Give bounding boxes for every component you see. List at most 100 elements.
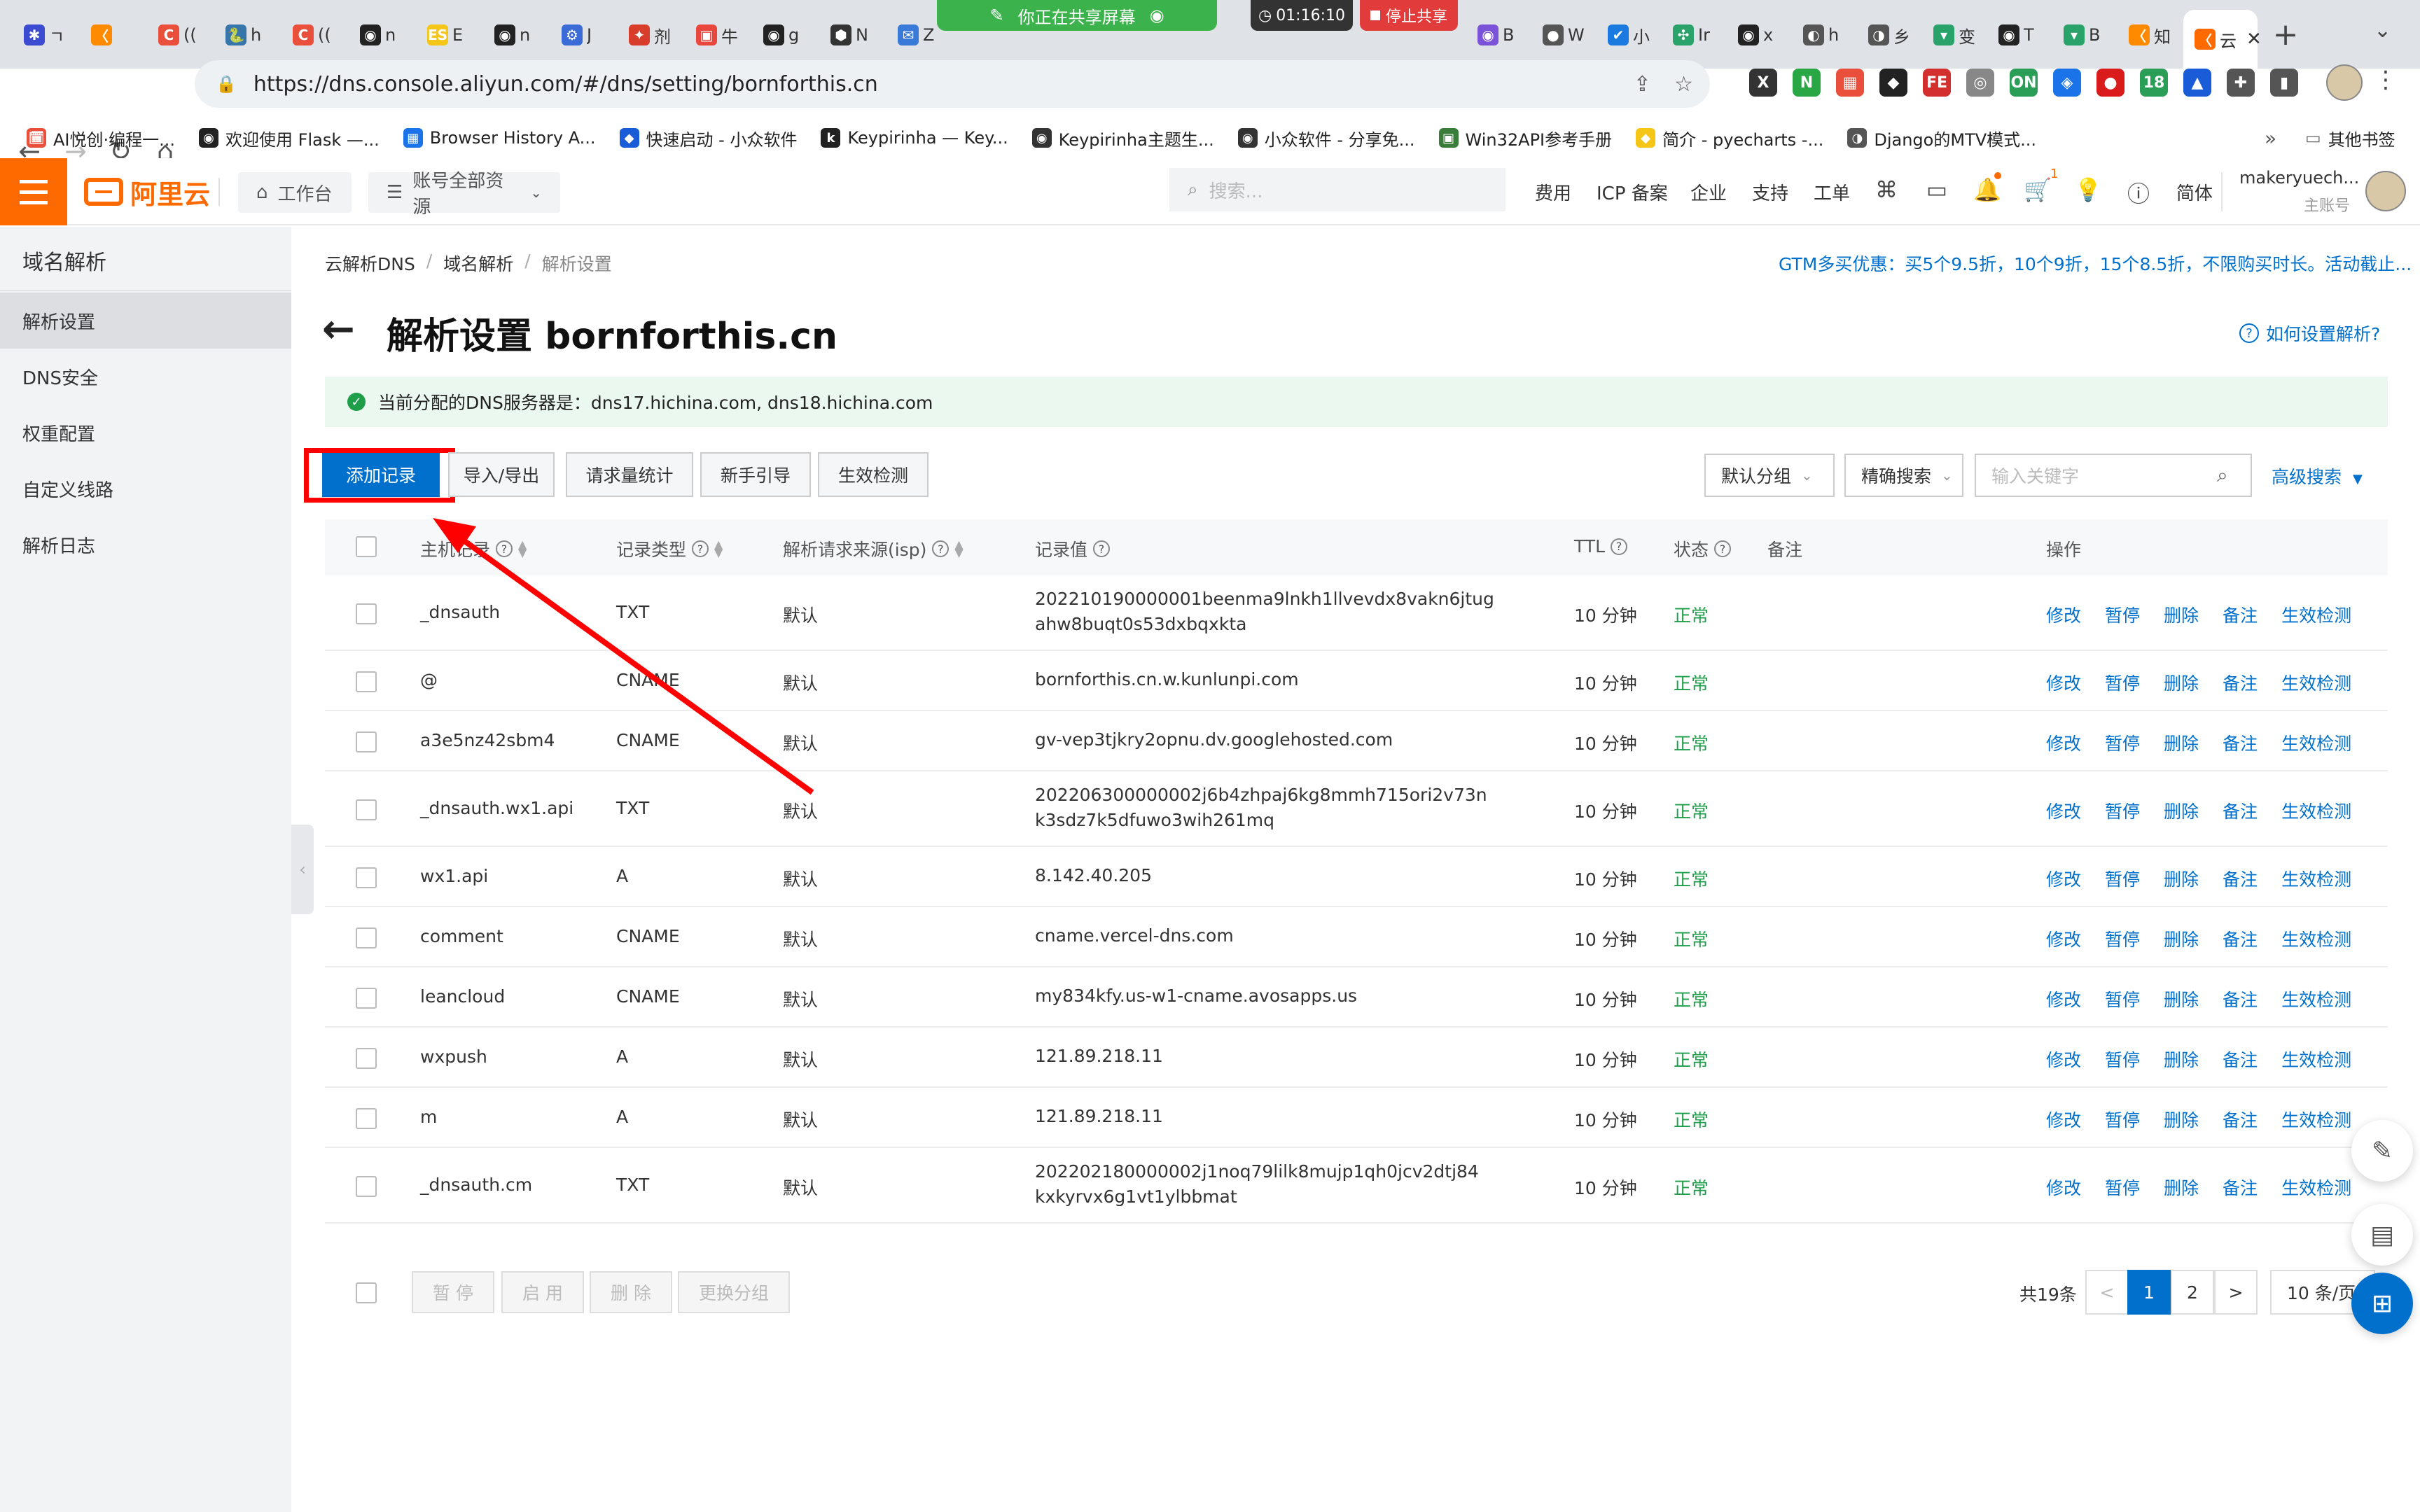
effect-check-link[interactable]: 生效检测	[2281, 730, 2351, 755]
pause-link[interactable]: 暂停	[2105, 986, 2140, 1011]
pause-link[interactable]: 暂停	[2105, 730, 2140, 755]
how-to-link[interactable]: ? 如何设置解析?	[2239, 321, 2380, 346]
effect-check-link[interactable]: 生效检测	[2281, 986, 2351, 1011]
bookmark-item[interactable]: ◑ Django的MTV模式...	[1847, 126, 2036, 150]
nav-tickets[interactable]: 工单	[1814, 179, 1850, 205]
row-checkbox[interactable]	[356, 927, 377, 948]
effect-check-link[interactable]: 生效检测	[2281, 926, 2351, 951]
profile-avatar[interactable]	[2326, 64, 2363, 101]
stop-share-button[interactable]: 停止共享	[1360, 0, 1458, 31]
search-icon[interactable]: ⌕	[2217, 463, 2228, 487]
sort-icon[interactable]: ▲ ▼	[954, 539, 963, 559]
new-tab-button[interactable]: +	[2266, 17, 2305, 56]
browser-tab[interactable]: ◉ T	[1987, 15, 2050, 55]
browser-tab[interactable]: 〈知	[2118, 15, 2181, 55]
sidebar-item-logs[interactable]: 解析日志	[0, 517, 291, 573]
browser-tab[interactable]: ✦ 剂	[618, 15, 686, 55]
nav-enterprise[interactable]: 企业	[1690, 179, 1727, 205]
bulk-change-group-button[interactable]: 更换分组	[678, 1271, 790, 1313]
row-checkbox[interactable]	[356, 1108, 377, 1129]
delete-link[interactable]: 删除	[2164, 730, 2199, 755]
edit-link[interactable]: 修改	[2046, 1107, 2081, 1132]
edit-link[interactable]: 修改	[2046, 670, 2081, 695]
sort-icon[interactable]: ▲ ▼	[714, 539, 723, 559]
extension-icon[interactable]: ◎	[1966, 69, 1994, 97]
effect-check-link[interactable]: 生效检测	[2281, 1107, 2351, 1132]
bookmark-item[interactable]: ▣ Win32API参考手册	[1438, 126, 1612, 150]
guide-button[interactable]: 新手引导	[700, 452, 811, 497]
remark-link[interactable]: 备注	[2223, 986, 2258, 1011]
extension-icon[interactable]: ▲	[2183, 69, 2211, 97]
delete-link[interactable]: 删除	[2164, 1046, 2199, 1072]
aliyun-logo[interactable]: 阿里云	[84, 174, 210, 210]
extension-icon[interactable]: ◆	[1879, 69, 1907, 97]
extension-icon[interactable]: ◈	[2053, 69, 2081, 97]
browser-tab[interactable]: ◉ g	[752, 15, 821, 55]
nav-icp[interactable]: ICP 备案	[1597, 179, 1668, 205]
nav-billing[interactable]: 费用	[1535, 179, 1571, 205]
remark-link[interactable]: 备注	[2223, 670, 2258, 695]
header-isp[interactable]: 解析请求来源(isp) ? ▲ ▼	[783, 536, 964, 561]
sidebar-item-weight[interactable]: 权重配置	[0, 405, 291, 461]
nav-support[interactable]: 支持	[1752, 179, 1788, 205]
remark-link[interactable]: 备注	[2223, 730, 2258, 755]
bulk-pause-button[interactable]: 暂 停	[412, 1271, 494, 1313]
pause-link[interactable]: 暂停	[2105, 670, 2140, 695]
bookmark-star-icon[interactable]: ☆	[1674, 72, 1693, 97]
edit-link[interactable]: 修改	[2046, 986, 2081, 1011]
extension-icon[interactable]: 18	[2140, 69, 2168, 97]
effect-check-link[interactable]: 生效检测	[2281, 866, 2351, 891]
pause-link[interactable]: 暂停	[2105, 1046, 2140, 1072]
app-grid-icon[interactable]: ⊞	[2351, 1273, 2413, 1334]
workbench-button[interactable]: ⌂ 工作台	[238, 172, 352, 213]
browser-tab[interactable]: ✱ ㄱ	[13, 15, 81, 55]
user-avatar[interactable]	[2365, 171, 2406, 211]
next-page-icon[interactable]: >	[2214, 1270, 2258, 1315]
remark-link[interactable]: 备注	[2223, 1107, 2258, 1132]
resources-dropdown[interactable]: ☰ 账号全部资源 ⌄	[368, 171, 560, 218]
breadcrumb-item[interactable]: 域名解析	[443, 251, 513, 276]
row-checkbox[interactable]	[356, 1176, 377, 1197]
remark-link[interactable]: 备注	[2223, 866, 2258, 891]
extension-icon[interactable]: X	[1749, 69, 1777, 97]
delete-link[interactable]: 删除	[2164, 866, 2199, 891]
sort-icon[interactable]: ▲ ▼	[518, 539, 527, 559]
browser-tab[interactable]: C((	[147, 15, 216, 55]
cart-icon[interactable]: 🛒	[2024, 176, 2052, 203]
extension-icon[interactable]: ●	[2096, 69, 2125, 97]
query-stats-button[interactable]: 请求量统计	[566, 452, 693, 497]
edit-link[interactable]: 修改	[2046, 730, 2081, 755]
browser-tab[interactable]: ◑ 乡	[1857, 15, 1920, 55]
row-checkbox[interactable]	[356, 671, 377, 692]
browser-tab[interactable]: ▣ 牛	[685, 15, 753, 55]
row-checkbox[interactable]	[356, 988, 377, 1009]
browser-tab[interactable]: ● W	[1531, 15, 1594, 55]
promo-link[interactable]: GTM多买优惠：买5个9.5折，10个9折，15个8.5折，不限购买时长。活动截…	[1779, 251, 2412, 276]
row-checkbox[interactable]	[356, 867, 377, 888]
remark-link[interactable]: 备注	[2223, 602, 2258, 627]
pause-link[interactable]: 暂停	[2105, 866, 2140, 891]
browser-tab[interactable]: ✔ 小	[1597, 15, 1660, 55]
page-1[interactable]: 1	[2127, 1270, 2171, 1315]
chat-icon[interactable]: ▤	[2351, 1204, 2413, 1266]
delete-link[interactable]: 删除	[2164, 1107, 2199, 1132]
share-page-icon[interactable]: ⇪	[1634, 72, 1651, 97]
extension-icon[interactable]: ▮	[2270, 69, 2298, 97]
sidebar-item-dns-security[interactable]: DNS安全	[0, 349, 291, 405]
breadcrumb-item[interactable]: 云解析DNS	[325, 251, 415, 276]
effect-check-button[interactable]: 生效检测	[818, 452, 929, 497]
remark-link[interactable]: 备注	[2223, 1175, 2258, 1200]
bookmark-item[interactable]: ◉ 欢迎使用 Flask —...	[199, 126, 380, 150]
terminal-icon[interactable]: ▭	[1923, 176, 1951, 203]
effect-check-link[interactable]: 生效检测	[2281, 1046, 2351, 1072]
browser-tab[interactable]: ◉ n	[483, 15, 552, 55]
group-select[interactable]: 默认分组 ⌄	[1704, 454, 1835, 497]
remark-link[interactable]: 备注	[2223, 926, 2258, 951]
bookmarks-overflow-icon[interactable]: »	[2265, 127, 2276, 150]
page-2[interactable]: 2	[2171, 1270, 2214, 1315]
import-export-button[interactable]: 导入/导出	[448, 452, 555, 497]
prev-page-icon[interactable]: <	[2085, 1270, 2129, 1315]
extension-icon[interactable]: ✚	[2227, 69, 2255, 97]
browser-tab[interactable]: C((	[281, 15, 350, 55]
pause-link[interactable]: 暂停	[2105, 602, 2140, 627]
